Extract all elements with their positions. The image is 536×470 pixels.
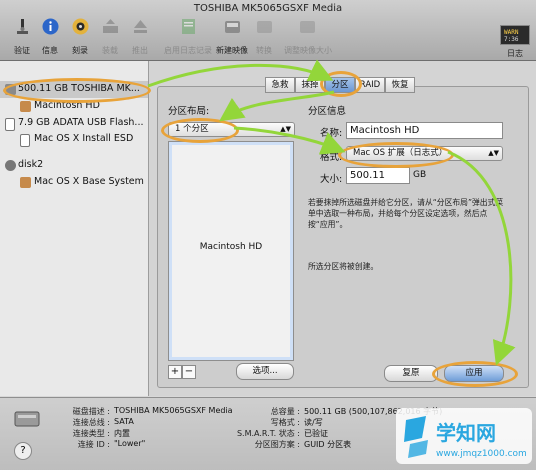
annotation-arrows	[147, 59, 516, 366]
watermark-url: www.jmqz1000.com	[436, 449, 527, 459]
site-watermark-logo: 学知网 www.jmqz1000.com	[396, 408, 532, 464]
watermark-title: 学知网	[436, 421, 496, 445]
disk-utility-window: TOSHIBA MK5065GSXF Media 验证 信息 刻录 装载 推出 …	[0, 0, 536, 470]
